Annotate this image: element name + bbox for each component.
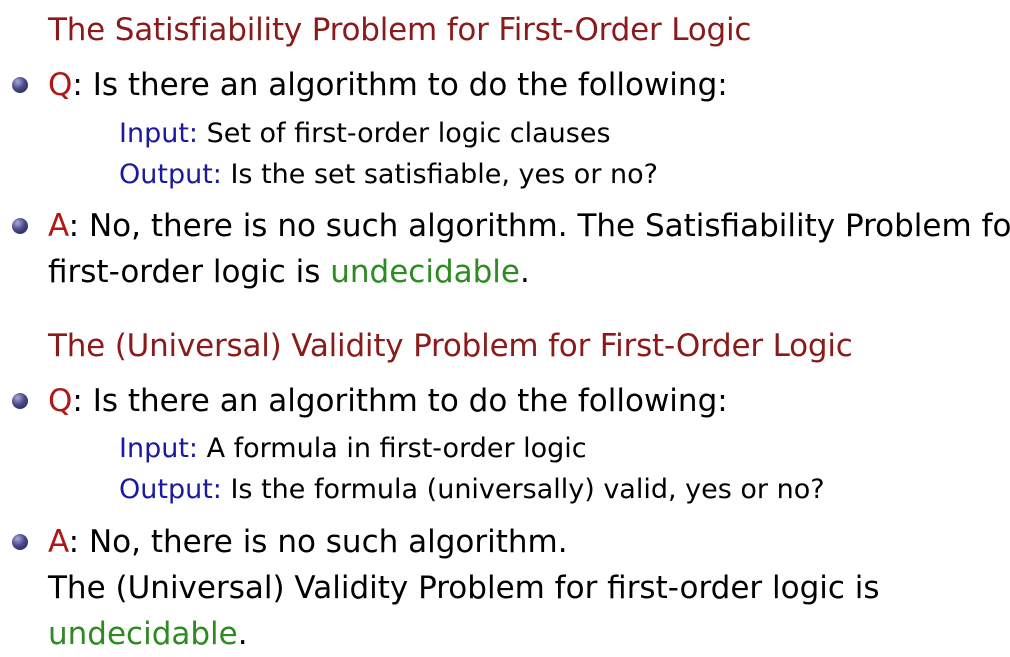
section1-question: Q: Is there an algorithm to do the follo… bbox=[12, 62, 998, 108]
a-text-line2: first-order logic is bbox=[48, 254, 331, 290]
section2-input-line: Input: A formula in first-order logic bbox=[119, 428, 587, 470]
a-text-line1: : No, there is no such algorithm. bbox=[68, 524, 568, 560]
q-text: : Is there an algorithm to do the follow… bbox=[72, 383, 728, 419]
q-label: Q bbox=[48, 67, 73, 103]
a-label: A bbox=[48, 208, 69, 244]
a-period: . bbox=[237, 616, 248, 652]
bullet-icon bbox=[12, 218, 28, 234]
a-label: A bbox=[48, 524, 69, 560]
input-text: A formula in first-order logic bbox=[198, 433, 587, 464]
a-period: . bbox=[520, 254, 530, 290]
section1-output-line: Output: Is the set satisfiable, yes or n… bbox=[119, 154, 658, 196]
output-text: Is the set satisfiable, yes or no? bbox=[221, 159, 658, 190]
input-text: Set of first-order logic clauses bbox=[198, 118, 611, 149]
output-text: Is the formula (universally) valid, yes … bbox=[221, 474, 825, 505]
a-text-line2: The (Universal) Validity Problem for fir… bbox=[48, 570, 880, 606]
output-label: Output: bbox=[119, 159, 222, 190]
section1-input-line: Input: Set of first-order logic clauses bbox=[119, 113, 611, 155]
bullet-icon bbox=[12, 393, 28, 409]
section1-answer: A: No, there is no such algorithm. The S… bbox=[12, 203, 1010, 295]
undecidable-highlight: undecidable bbox=[330, 254, 520, 290]
bullet-icon bbox=[12, 534, 28, 550]
input-label: Input: bbox=[119, 118, 199, 149]
section1-heading: The Satisfiability Problem for First-Ord… bbox=[48, 12, 752, 48]
undecidable-highlight: undecidable bbox=[48, 616, 238, 652]
section2-output-line: Output: Is the formula (universally) val… bbox=[119, 469, 825, 511]
section2-answer: A: No, there is no such algorithm. The (… bbox=[12, 519, 998, 657]
bullet-icon bbox=[12, 77, 28, 93]
output-label: Output: bbox=[119, 474, 222, 505]
q-text: : Is there an algorithm to do the follow… bbox=[72, 67, 728, 103]
section2-question: Q: Is there an algorithm to do the follo… bbox=[12, 378, 998, 424]
slide: The Satisfiability Problem for First-Ord… bbox=[0, 0, 1010, 656]
a-text-line1: : No, there is no such algorithm. The Sa… bbox=[68, 208, 1010, 244]
q-label: Q bbox=[48, 383, 73, 419]
input-label: Input: bbox=[119, 433, 199, 464]
section2-heading: The (Universal) Validity Problem for Fir… bbox=[48, 328, 853, 364]
